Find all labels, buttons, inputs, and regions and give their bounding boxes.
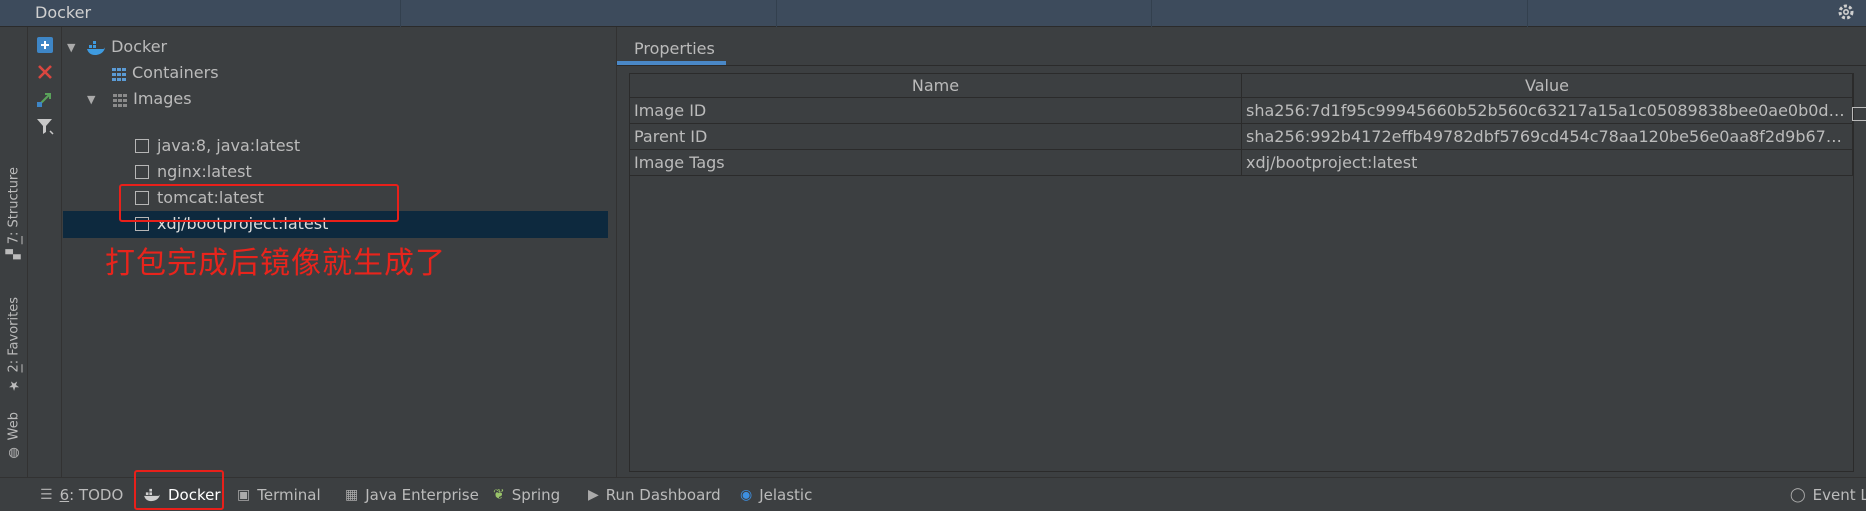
list-icon: ☰ (40, 487, 53, 503)
delete-icon[interactable] (34, 61, 56, 83)
image-icon (135, 138, 149, 153)
tab-label: Run Dashboard (605, 486, 721, 504)
expand-arrow-icon[interactable]: ▼ (87, 87, 101, 113)
run-icon: ▶ (588, 487, 599, 503)
globe-icon: ◍ (6, 445, 22, 461)
property-value[interactable]: sha256:7d1f95c99945660b52b560c63217a15a1… (1242, 98, 1853, 124)
tree-node-docker[interactable]: ▼ Docker (67, 34, 167, 60)
tab-label: Java Enterprise (365, 486, 479, 504)
tree-node-containers[interactable]: Containers (111, 60, 219, 86)
structure-icon: ▞ (6, 249, 22, 260)
tab-divider (617, 65, 1866, 66)
title-divider (400, 0, 401, 27)
tab-label: Web (6, 412, 22, 441)
annotation-text: 打包完成后镜像就生成了 (105, 246, 446, 281)
title-divider (1151, 0, 1152, 27)
add-connection-icon[interactable] (34, 34, 56, 56)
tab-favorites[interactable]: ★ 2: Favorites (2, 297, 26, 393)
tab-todo[interactable]: ☰ 6: TODO (40, 478, 123, 511)
event-log-icon: ◯ (1790, 487, 1806, 503)
tab-spring[interactable]: ❦ Spring (493, 478, 560, 511)
title-bar: Docker (0, 0, 1866, 27)
property-value[interactable]: xdj/bootproject:latest (1242, 150, 1853, 176)
images-icon (113, 93, 128, 107)
bottom-tool-bar: ☰ 6: TODO Docker ▣ Terminal ▦ Java Enter… (0, 470, 1866, 511)
tab-label: : Structure (6, 167, 22, 236)
tab-java-enterprise[interactable]: ▦ Java Enterprise (345, 478, 479, 511)
jelastic-icon: ◉ (740, 487, 753, 503)
tree-node-label: Containers (132, 63, 219, 82)
tree-node-label: Docker (111, 37, 168, 56)
docker-toolbar (29, 27, 62, 477)
highlight-box (119, 184, 399, 222)
tab-label: : Favorites (6, 297, 22, 365)
tab-label: Properties (634, 39, 715, 58)
properties-panel: Properties Name Value Image ID sha256:7d… (616, 27, 1866, 477)
tab-terminal[interactable]: ▣ Terminal (237, 478, 321, 511)
copy-icon[interactable] (1852, 107, 1866, 121)
tab-web[interactable]: ◍ Web (2, 412, 26, 460)
star-icon: ★ (6, 377, 22, 393)
window-title: Docker (35, 3, 92, 22)
docker-tree: ▼ Docker Containers ▼ Images java:8, jav… (63, 27, 608, 477)
tree-node-image[interactable]: nginx:latest (135, 159, 252, 185)
tab-event-log[interactable]: ◯ Event Lo (1790, 478, 1866, 511)
image-icon (135, 164, 149, 179)
containers-icon (112, 67, 126, 81)
tree-node-image[interactable]: java:8, java:latest (135, 133, 300, 159)
tab-structure[interactable]: ▞ 7: Structure (2, 167, 26, 259)
terminal-icon: ▣ (237, 487, 251, 503)
gear-icon[interactable] (1836, 2, 1856, 22)
tree-node-label: Images (133, 89, 192, 108)
column-header-value[interactable]: Value (1242, 74, 1853, 98)
tab-label: Jelastic (759, 486, 813, 504)
property-name[interactable]: Image ID (630, 98, 1242, 124)
property-value[interactable]: sha256:992b4172effb49782dbf5769cd454c78a… (1242, 124, 1853, 150)
tab-label: Event Lo (1812, 486, 1866, 504)
tab-number: 6 (59, 486, 70, 504)
tab-number: 7 (6, 236, 22, 245)
tab-label: Terminal (257, 486, 321, 504)
java-enterprise-icon: ▦ (345, 487, 359, 503)
tab-jelastic[interactable]: ◉ Jelastic (740, 478, 812, 511)
spring-icon: ❦ (493, 487, 505, 503)
tree-node-images[interactable]: ▼ Images (87, 86, 192, 112)
tab-number: 2 (6, 364, 22, 373)
property-name[interactable]: Parent ID (630, 124, 1242, 150)
tree-node-label: nginx:latest (157, 162, 252, 181)
property-name[interactable]: Image Tags (630, 150, 1242, 176)
left-tool-strip: ▞ 7: Structure ★ 2: Favorites ◍ Web (0, 27, 28, 477)
highlight-box (134, 470, 224, 510)
tab-label: Spring (511, 486, 561, 504)
tree-node-label: java:8, java:latest (157, 136, 301, 155)
docker-icon (87, 40, 106, 55)
tab-label: : TODO (69, 486, 124, 504)
title-divider (1527, 0, 1528, 27)
title-divider (776, 0, 777, 27)
filter-icon[interactable] (34, 115, 56, 137)
column-header-name[interactable]: Name (630, 74, 1242, 98)
properties-table: Name Value Image ID sha256:7d1f95c999456… (629, 73, 1854, 472)
tab-run-dashboard[interactable]: ▶ Run Dashboard (588, 478, 721, 511)
expand-arrow-icon[interactable]: ▼ (67, 35, 81, 61)
deploy-icon[interactable] (34, 88, 56, 110)
